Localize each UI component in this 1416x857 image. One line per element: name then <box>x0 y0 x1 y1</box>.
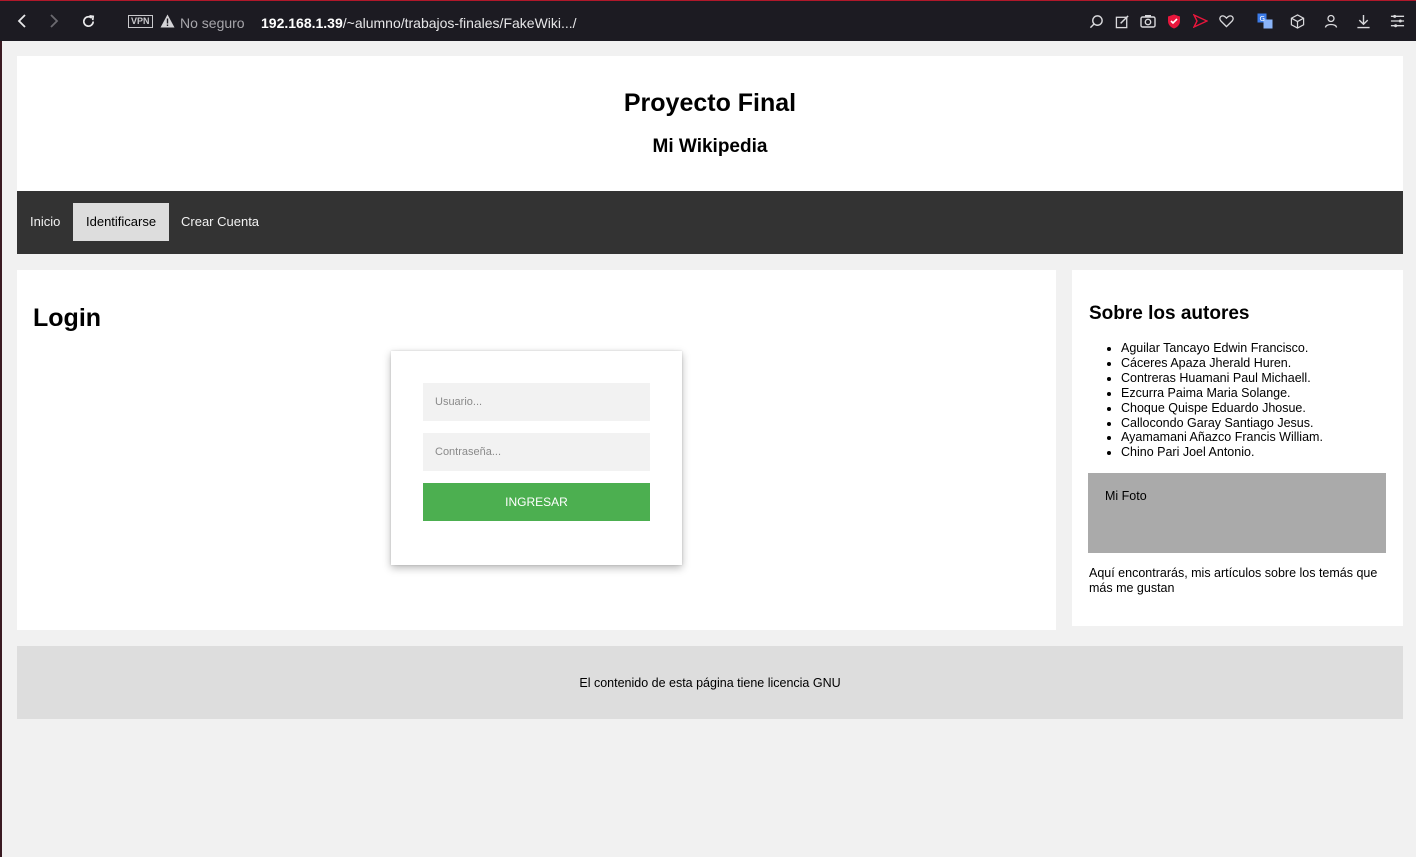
login-form: INGRESAR <box>391 351 682 565</box>
page-footer: El contenido de esta página tiene licenc… <box>17 646 1403 719</box>
author-item: Callocondo Garay Santiago Jesus. <box>1121 416 1323 431</box>
username-input[interactable] <box>423 383 650 421</box>
shield-icon[interactable] <box>1165 12 1183 30</box>
nav-crear-cuenta[interactable]: Crear Cuenta <box>168 203 272 241</box>
url-host: 192.168.1.39 <box>261 15 343 31</box>
window-edge <box>0 41 2 857</box>
sidebar-title: Sobre los autores <box>1089 303 1250 324</box>
photo-placeholder: Mi Foto <box>1088 473 1386 553</box>
vpn-badge[interactable]: VPN <box>128 15 153 28</box>
author-item: Chino Pari Joel Antonio. <box>1121 445 1323 460</box>
address-bar[interactable]: 192.168.1.39/~alumno/trabajos-finales/Fa… <box>261 15 577 31</box>
reload-icon[interactable] <box>77 10 99 32</box>
nav-identificarse[interactable]: Identificarse <box>73 203 170 241</box>
author-item: Ezcurra Paima Maria Solange. <box>1121 386 1323 401</box>
send-icon[interactable] <box>1191 12 1209 30</box>
nav-inicio[interactable]: Inicio <box>17 203 73 241</box>
profile-icon[interactable] <box>1322 12 1340 30</box>
author-item: Cáceres Apaza Jherald Huren. <box>1121 356 1323 371</box>
translate-icon[interactable]: G <box>1256 12 1274 30</box>
author-item: Choque Quispe Eduardo Jhosue. <box>1121 401 1323 416</box>
photo-label: Mi Foto <box>1105 489 1147 503</box>
sidebar: Sobre los autores Aguilar Tancayo Edwin … <box>1072 270 1403 626</box>
author-item: Ayamamani Añazco Francis William. <box>1121 430 1323 445</box>
edit-icon[interactable] <box>1113 12 1131 30</box>
author-item: Contreras Huamani Paul Michaell. <box>1121 371 1323 386</box>
page-title: Proyecto Final <box>623 89 797 117</box>
back-icon[interactable] <box>11 10 33 32</box>
password-input[interactable] <box>423 433 650 471</box>
url-path: /~alumno/trabajos-finales/FakeWiki.../ <box>342 15 577 31</box>
browser-toolbar: VPN No seguro 192.168.1.39/~alumno/traba… <box>0 0 1416 41</box>
menu-icon[interactable] <box>1388 12 1406 30</box>
author-item: Aguilar Tancayo Edwin Francisco. <box>1121 341 1323 356</box>
login-title: Login <box>33 304 102 332</box>
forward-icon[interactable] <box>43 10 65 32</box>
main-content: Login INGRESAR <box>17 270 1056 630</box>
zoom-icon[interactable] <box>1087 12 1105 30</box>
cube-icon[interactable] <box>1288 12 1306 30</box>
security-status[interactable]: No seguro <box>180 15 245 31</box>
top-nav: Inicio Identificarse Crear Cuenta <box>17 191 1403 254</box>
authors-list: Aguilar Tancayo Edwin Francisco. Cáceres… <box>1121 341 1323 460</box>
login-submit-button[interactable]: INGRESAR <box>423 483 650 521</box>
heart-icon[interactable] <box>1217 12 1235 30</box>
camera-icon[interactable] <box>1139 12 1157 30</box>
download-icon[interactable] <box>1354 12 1372 30</box>
page-subtitle: Mi Wikipedia <box>652 136 768 157</box>
page-header: Proyecto Final Mi Wikipedia <box>17 56 1403 191</box>
svg-text:G: G <box>1260 15 1265 23</box>
sidebar-description: Aquí encontrarás, mis artículos sobre lo… <box>1089 566 1378 595</box>
warning-icon[interactable] <box>160 14 175 28</box>
footer-text: El contenido de esta página tiene licenc… <box>579 676 841 690</box>
